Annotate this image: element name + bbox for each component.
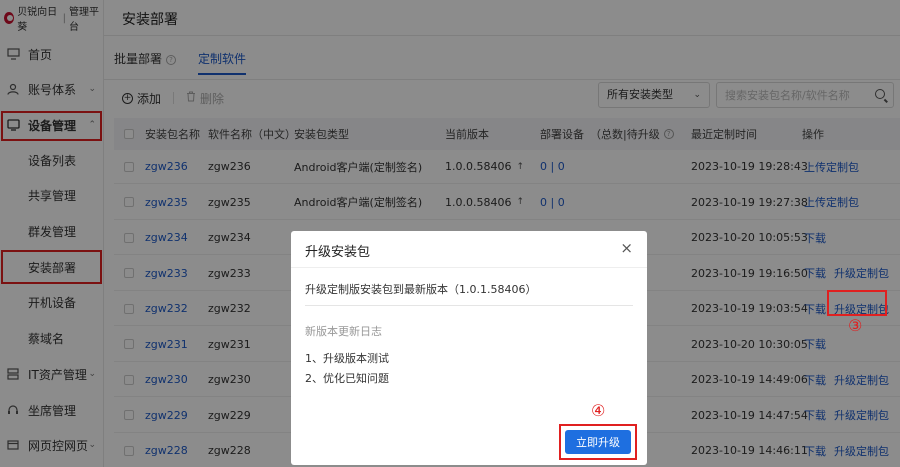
dialog-title: 升级安装包 bbox=[305, 245, 371, 260]
upgrade-message: 升级定制版安装包到最新版本（1.0.1.58406） bbox=[305, 283, 537, 296]
upgrade-now-button[interactable]: 立即升级 bbox=[565, 430, 631, 454]
changelog-item: 2、优化已知问题 bbox=[305, 372, 389, 385]
close-icon[interactable]: × bbox=[620, 239, 633, 257]
upgrade-dialog: 升级安装包 × 升级定制版安装包到最新版本（1.0.1.58406） 新版本更新… bbox=[291, 231, 647, 465]
annotation-3: ③ bbox=[848, 316, 863, 335]
dialog-header: 升级安装包 × bbox=[291, 231, 647, 268]
dialog-divider bbox=[305, 305, 633, 306]
changelog-title: 新版本更新日志 bbox=[305, 325, 382, 338]
highlight-box-3 bbox=[827, 290, 887, 316]
changelog-item: 1、升级版本测试 bbox=[305, 352, 389, 365]
annotation-4: ④ bbox=[591, 401, 606, 420]
